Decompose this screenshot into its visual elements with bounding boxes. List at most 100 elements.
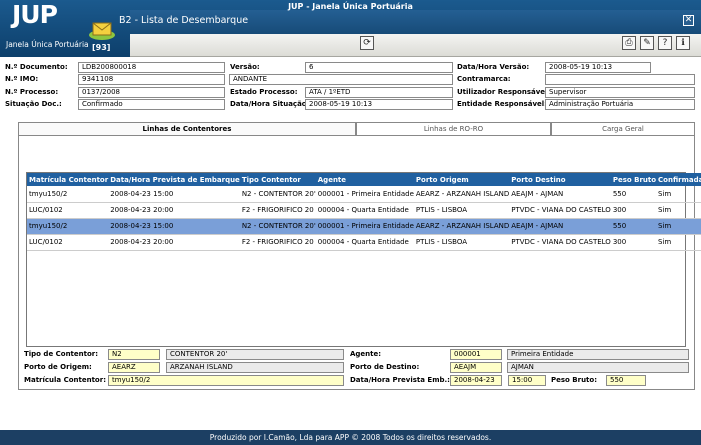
column-header[interactable]: Peso Bruto xyxy=(610,173,657,186)
field-data-hora-versao[interactable]: 2008-05-19 10:13 xyxy=(545,62,651,73)
message-count-badge[interactable]: [93] xyxy=(92,43,110,52)
table-cell: 550 xyxy=(610,218,657,235)
table-cell: 300 xyxy=(610,234,657,251)
field-tipo-contentor-code[interactable]: N2 xyxy=(108,349,160,360)
field-porto-origem-desc: ARZANAH ISLAND xyxy=(166,362,344,373)
info-icon[interactable]: ℹ xyxy=(676,36,690,50)
tab-bar: Linhas de Contentores Linhas de RO-RO Ca… xyxy=(18,122,695,136)
label-numero-imo: N.º IMO: xyxy=(5,75,39,83)
label-utilizador-responsavel: Utilizador Responsável: xyxy=(457,88,551,96)
help-icon[interactable]: ? xyxy=(658,36,672,50)
logo-subtitle: Janela Única Portuária xyxy=(6,40,89,49)
table-cell: 300 xyxy=(610,202,657,219)
label-agente: Agente: xyxy=(350,350,382,358)
label-porto-destino: Porto de Destino: xyxy=(350,363,420,371)
table-cell: F2 - FRIGORIFICO 20 xyxy=(239,234,316,251)
field-contramarca[interactable] xyxy=(545,74,695,85)
table-cell: 2008-04-23 15:00 xyxy=(108,186,240,203)
field-porto-origem-code[interactable]: AEARZ xyxy=(108,362,160,373)
table-cell: Sim xyxy=(656,218,701,235)
label-versao: Versão: xyxy=(230,63,260,71)
field-porto-destino-code[interactable]: AEAJM xyxy=(450,362,502,373)
screen-title: B2 - Lista de Desembarque xyxy=(119,15,249,26)
label-tipo-contentor: Tipo de Contentor: xyxy=(24,350,99,358)
field-situacao-doc[interactable]: Confirmado xyxy=(78,99,225,110)
table-cell: 2008-04-23 15:00 xyxy=(108,218,240,235)
edit-icon[interactable]: ✎ xyxy=(640,36,654,50)
table-cell: PTVDC - VIANA DO CASTELO xyxy=(509,234,611,251)
column-header[interactable]: Porto Origem xyxy=(413,173,510,186)
grid-header-row: Matrícula Contentor Data/Hora Prevista d… xyxy=(27,173,701,186)
table-cell: LUC/0102 xyxy=(27,202,109,219)
label-porto-origem: Porto de Origem: xyxy=(24,363,92,371)
table-cell: 550 xyxy=(610,186,657,203)
table-cell: LUC/0102 xyxy=(27,234,109,251)
label-contramarca: Contramarca: xyxy=(457,75,511,83)
field-numero-processo[interactable]: 0137/2008 xyxy=(78,87,225,98)
label-numero-processo: N.º Processo: xyxy=(5,88,59,96)
field-tipo-contentor-desc: CONTENTOR 20' xyxy=(166,349,344,360)
table-cell: Sim xyxy=(656,202,701,219)
field-estado-processo[interactable]: ATA / 1ºETD xyxy=(305,87,453,98)
logo: JUP xyxy=(12,0,58,29)
table-cell: 2008-04-23 20:00 xyxy=(108,234,240,251)
table-cell: N2 - CONTENTOR 20' xyxy=(239,186,316,203)
table-cell: tmyu150/2 xyxy=(27,186,109,203)
field-utilizador-responsavel[interactable]: Supervisor xyxy=(545,87,695,98)
messages-icon[interactable] xyxy=(88,19,116,41)
label-entidade-responsavel: Entidade Responsável: xyxy=(457,100,547,108)
toolbar xyxy=(130,34,701,57)
table-cell: AEARZ - ARZANAH ISLAND xyxy=(413,186,510,203)
label-situacao-doc: Situação Doc.: xyxy=(5,100,62,108)
column-header[interactable]: Porto Destino xyxy=(509,173,611,186)
tab-linhas-roro[interactable]: Linhas de RO-RO xyxy=(356,122,551,136)
field-versao[interactable]: 6 xyxy=(305,62,453,73)
field-hora-prevista[interactable]: 15:00 xyxy=(508,375,546,386)
column-header[interactable]: Matrícula Contentor xyxy=(27,173,109,186)
field-navio[interactable]: ANDANTE xyxy=(229,74,453,85)
label-data-hora-versao: Data/Hora Versão: xyxy=(457,63,530,71)
label-numero-documento: N.º Documento: xyxy=(5,63,68,71)
tab-linhas-contentores[interactable]: Linhas de Contentores xyxy=(18,122,356,136)
table-cell: PTLIS - LISBOA xyxy=(413,202,510,219)
field-matricula[interactable]: tmyu150/2 xyxy=(108,375,344,386)
table-cell: N2 - CONTENTOR 20' xyxy=(239,218,316,235)
field-numero-imo[interactable]: 9341108 xyxy=(78,74,225,85)
print-icon[interactable]: ⎙ xyxy=(622,36,636,50)
table-cell: F2 - FRIGORIFICO 20 xyxy=(239,202,316,219)
table-cell: Sim xyxy=(656,234,701,251)
table-cell: PTLIS - LISBOA xyxy=(413,234,510,251)
containers-grid: Matrícula Contentor Data/Hora Prevista d… xyxy=(26,172,701,347)
table-cell: tmyu150/2 xyxy=(27,218,109,235)
app-title: JUP - Janela Única Portuária xyxy=(288,2,413,11)
column-header[interactable]: Agente xyxy=(315,173,414,186)
field-data-prevista[interactable]: 2008-04-23 xyxy=(450,375,502,386)
field-agente-desc: Primeira Entidade xyxy=(507,349,689,360)
close-icon[interactable]: ✕ xyxy=(683,15,694,26)
table-cell: AEARZ - ARZANAH ISLAND xyxy=(413,218,510,235)
refresh-icon[interactable]: ⟳ xyxy=(360,36,374,50)
column-header[interactable]: Tipo Contentor xyxy=(239,173,316,186)
table-cell: 000001 - Primeira Entidade xyxy=(315,186,414,203)
table-cell: 000001 - Primeira Entidade xyxy=(315,218,414,235)
table-row[interactable]: LUC/0102 2008-04-23 20:00 F2 - FRIGORIFI… xyxy=(27,202,701,219)
field-data-hora-situacao[interactable]: 2008-05-19 10:13 xyxy=(305,99,453,110)
label-matricula: Matrícula Contentor: xyxy=(24,376,106,384)
table-row[interactable]: LUC/0102 2008-04-23 20:00 F2 - FRIGORIFI… xyxy=(27,234,701,251)
table-cell: 2008-04-23 20:00 xyxy=(108,202,240,219)
field-numero-documento[interactable]: LDB200800018 xyxy=(78,62,225,73)
table-row-selected[interactable]: tmyu150/2 2008-04-23 15:00 N2 - CONTENTO… xyxy=(27,218,701,235)
label-data-hora-situacao: Data/Hora Situação: xyxy=(230,100,310,108)
field-agente-code[interactable]: 000001 xyxy=(450,349,502,360)
table-row[interactable]: tmyu150/2 2008-04-23 15:00 N2 - CONTENTO… xyxy=(27,186,701,203)
label-peso-bruto: Peso Bruto: xyxy=(551,376,598,384)
label-estado-processo: Estado Processo: xyxy=(230,88,298,96)
table-cell: Sim xyxy=(656,186,701,203)
tab-carga-geral[interactable]: Carga Geral xyxy=(551,122,695,136)
label-data-hora-prevista: Data/Hora Prevista Emb.: xyxy=(350,376,450,384)
column-header[interactable]: Data/Hora Prevista de Embarque xyxy=(108,173,240,186)
field-peso-bruto[interactable]: 550 xyxy=(606,375,646,386)
field-entidade-responsavel[interactable]: Administração Portuária xyxy=(545,99,695,110)
table-cell: 000004 - Quarta Entidade xyxy=(315,234,414,251)
column-header[interactable]: Confirmada xyxy=(656,173,701,186)
